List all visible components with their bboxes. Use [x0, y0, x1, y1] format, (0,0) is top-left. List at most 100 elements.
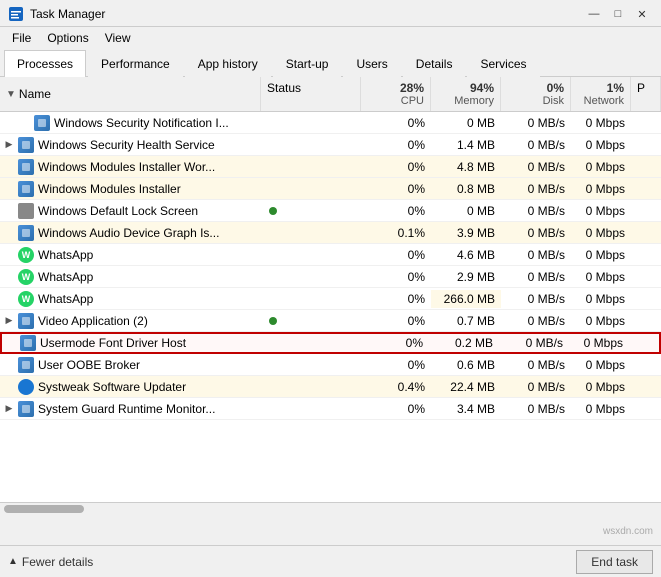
status-cell — [261, 275, 361, 279]
window-title: Task Manager — [30, 7, 105, 21]
status-cell — [261, 231, 361, 235]
power-cell — [631, 253, 661, 257]
expand-arrow[interactable]: ▶ — [4, 140, 14, 150]
menu-options[interactable]: Options — [41, 29, 94, 47]
network-cell: 0 Mbps — [571, 224, 631, 242]
process-name-cell: ▶ Windows Audio Device Graph Is... — [0, 223, 261, 243]
process-name-cell: ▶ Video Application (2) — [0, 311, 261, 331]
whatsapp-icon: W — [18, 269, 34, 285]
memory-cell: 0.7 MB — [431, 312, 501, 330]
title-bar: Task Manager — □ ✕ — [0, 0, 661, 27]
tab-performance[interactable]: Performance — [88, 50, 183, 77]
table-row[interactable]: ▶ Systweak Software Updater 0.4% 22.4 MB… — [0, 376, 661, 398]
network-cell: 0 Mbps — [571, 158, 631, 176]
table-row[interactable]: ▶ Usermode Font Driver Host 0% 0.2 MB 0 … — [0, 332, 661, 354]
process-name: Windows Default Lock Screen — [38, 204, 198, 218]
maximize-button[interactable]: □ — [607, 6, 629, 22]
network-cell: 0 Mbps — [571, 290, 631, 308]
col-cpu[interactable]: 28% CPU — [361, 77, 431, 111]
plant-indicator — [269, 207, 277, 215]
table-row[interactable]: ▶ W WhatsApp 0% 266.0 MB 0 MB/s 0 Mbps — [0, 288, 661, 310]
table-row[interactable]: ▶ W WhatsApp 0% 2.9 MB 0 MB/s 0 Mbps — [0, 266, 661, 288]
tab-startup[interactable]: Start-up — [273, 50, 342, 77]
power-cell — [629, 341, 659, 345]
col-disk[interactable]: 0% Disk — [501, 77, 571, 111]
scrollbar-thumb — [4, 505, 84, 513]
status-cell — [261, 297, 361, 301]
menu-file[interactable]: File — [6, 29, 37, 47]
table-row[interactable]: ▶ Windows Audio Device Graph Is... 0.1% … — [0, 222, 661, 244]
power-cell — [631, 143, 661, 147]
network-cell: 0 Mbps — [571, 312, 631, 330]
process-table[interactable]: ▶ Windows Security Notification I... 0% … — [0, 112, 661, 502]
col-memory[interactable]: 94% Memory — [431, 77, 501, 111]
col-status[interactable]: Status — [261, 77, 361, 111]
status-cell — [261, 363, 361, 367]
end-task-button[interactable]: End task — [576, 550, 653, 574]
status-cell — [261, 205, 361, 217]
process-icon — [18, 357, 34, 373]
process-icon — [18, 313, 34, 329]
process-name-cell: ▶ W WhatsApp — [0, 245, 261, 265]
process-name: WhatsApp — [38, 292, 93, 306]
memory-cell: 0.6 MB — [431, 356, 501, 374]
horizontal-scrollbar[interactable] — [0, 502, 661, 514]
menu-view[interactable]: View — [99, 29, 137, 47]
status-cell — [261, 315, 361, 327]
col-network[interactable]: 1% Network — [571, 77, 631, 111]
tab-bar: Processes Performance App history Start-… — [0, 49, 661, 77]
whatsapp-icon: W — [18, 291, 34, 307]
expand-arrow[interactable]: ▶ — [4, 316, 14, 326]
app-icon — [8, 6, 24, 22]
table-row[interactable]: ▶ Windows Modules Installer 0% 0.8 MB 0 … — [0, 178, 661, 200]
table-row[interactable]: ▶ Windows Security Notification I... 0% … — [0, 112, 661, 134]
power-cell — [631, 165, 661, 169]
process-name: User OOBE Broker — [38, 358, 140, 372]
process-name: Systweak Software Updater — [38, 380, 186, 394]
tab-users[interactable]: Users — [343, 50, 400, 77]
disk-cell: 0 MB/s — [501, 136, 571, 154]
table-row[interactable]: ▶ Windows Default Lock Screen 0% 0 MB 0 … — [0, 200, 661, 222]
process-name: Windows Security Notification I... — [54, 116, 229, 130]
col-name[interactable]: ▼ Name — [0, 77, 261, 111]
table-row[interactable]: ▶ W WhatsApp 0% 4.6 MB 0 MB/s 0 Mbps — [0, 244, 661, 266]
tab-details[interactable]: Details — [403, 50, 466, 77]
power-cell — [631, 363, 661, 367]
table-row[interactable]: ▶ Windows Security Health Service 0% 1.4… — [0, 134, 661, 156]
process-icon — [18, 401, 34, 417]
cpu-cell: 0% — [361, 356, 431, 374]
disk-cell: 0 MB/s — [501, 202, 571, 220]
cpu-cell: 0% — [361, 246, 431, 264]
process-name: Windows Security Health Service — [38, 138, 215, 152]
status-cell — [261, 143, 361, 147]
memory-cell: 22.4 MB — [431, 378, 501, 396]
cpu-cell: 0.4% — [361, 378, 431, 396]
power-cell — [631, 231, 661, 235]
disk-cell: 0 MB/s — [501, 312, 571, 330]
status-cell — [261, 121, 361, 125]
table-row[interactable]: ▶ Windows Modules Installer Wor... 0% 4.… — [0, 156, 661, 178]
disk-cell: 0 MB/s — [501, 290, 571, 308]
tab-app-history[interactable]: App history — [185, 50, 271, 77]
table-row[interactable]: ▶ Video Application (2) 0% 0.7 MB 0 MB/s… — [0, 310, 661, 332]
process-icon — [18, 181, 34, 197]
network-cell: 0 Mbps — [571, 400, 631, 418]
memory-cell: 4.8 MB — [431, 158, 501, 176]
table-row[interactable]: ▶ System Guard Runtime Monitor... 0% 3.4… — [0, 398, 661, 420]
cpu-cell: 0% — [361, 180, 431, 198]
fewer-details-button[interactable]: ▲ Fewer details — [8, 555, 93, 569]
whatsapp-icon: W — [18, 247, 34, 263]
power-cell — [631, 407, 661, 411]
table-row[interactable]: ▶ User OOBE Broker 0% 0.6 MB 0 MB/s 0 Mb… — [0, 354, 661, 376]
tab-services[interactable]: Services — [467, 50, 539, 77]
close-button[interactable]: ✕ — [631, 6, 653, 22]
tab-processes[interactable]: Processes — [4, 50, 86, 77]
process-name-cell: ▶ Windows Security Notification I... — [0, 113, 261, 133]
table-header: ▼ Name Status 28% CPU 94% Memory 0% Disk… — [0, 77, 661, 112]
process-name: WhatsApp — [38, 270, 93, 284]
expand-arrow[interactable]: ▶ — [4, 404, 14, 414]
minimize-button[interactable]: — — [583, 6, 605, 22]
disk-cell: 0 MB/s — [501, 356, 571, 374]
process-name-cell: ▶ W WhatsApp — [0, 289, 261, 309]
col-power[interactable]: P — [631, 77, 661, 111]
